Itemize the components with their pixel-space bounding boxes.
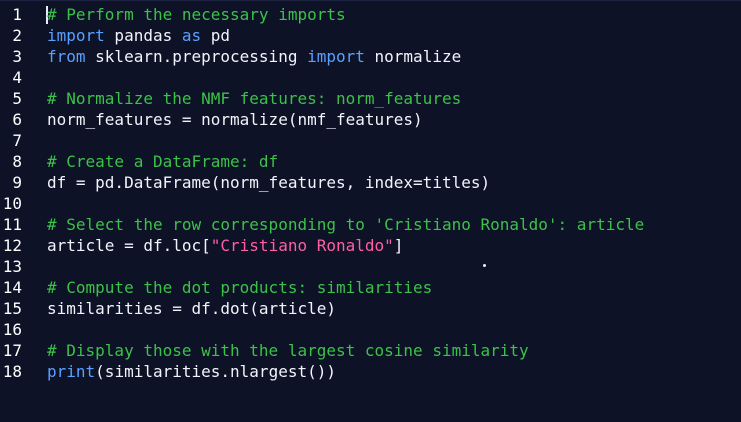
- line-number: 17: [2, 341, 22, 360]
- line-number: 3: [12, 47, 22, 66]
- line-number: 9: [12, 173, 22, 192]
- code-line[interactable]: 13: [0, 256, 741, 277]
- code-line[interactable]: 4: [0, 67, 741, 88]
- code-line[interactable]: 11 # Select the row corresponding to 'Cri…: [0, 214, 741, 235]
- code-line[interactable]: 8 # Create a DataFrame: df: [0, 151, 741, 172]
- code-token: # Compute the dot products: similarities: [47, 278, 433, 297]
- code-line[interactable]: 10: [0, 193, 741, 214]
- line-number: 11: [2, 215, 22, 234]
- code-editor[interactable]: 1 # Perform the necessary imports 2 import …: [0, 0, 741, 422]
- code-line[interactable]: 18 print(similarities.nlargest()): [0, 361, 741, 382]
- code-text[interactable]: print(similarities.nlargest()): [47, 361, 336, 382]
- code-text[interactable]: # Compute the dot products: similarities: [47, 277, 432, 298]
- code-lines[interactable]: 1 # Perform the necessary imports 2 import …: [0, 4, 741, 382]
- code-token: similarities = df.dot(article): [47, 299, 336, 318]
- code-line[interactable]: 5 # Normalize the NMF features: norm_feat…: [0, 88, 741, 109]
- code-token: import: [307, 47, 365, 66]
- code-line[interactable]: 7: [0, 130, 741, 151]
- code-token: df = pd.DataFrame(norm_features, index=t…: [47, 173, 491, 192]
- code-text[interactable]: # Normalize the NMF features: norm_featu…: [47, 88, 461, 109]
- line-number: 14: [2, 278, 22, 297]
- code-token: print: [47, 362, 96, 381]
- code-line[interactable]: 2 import pandas as pd: [0, 25, 741, 46]
- line-number: 15: [2, 299, 22, 318]
- line-number: 1: [12, 5, 22, 24]
- code-token: # Select the row corresponding to 'Crist…: [47, 215, 645, 234]
- line-number: 5: [12, 89, 22, 108]
- code-token: pandas: [104, 26, 182, 45]
- code-text[interactable]: similarities = df.dot(article): [47, 298, 336, 319]
- code-line[interactable]: 15 similarities = df.dot(article): [0, 298, 741, 319]
- line-number: 18: [2, 362, 22, 381]
- code-token: # Perform the necessary imports: [47, 5, 346, 24]
- line-number: 10: [2, 194, 22, 213]
- code-line[interactable]: 17 # Display those with the largest cosin…: [0, 340, 741, 361]
- code-token: normalize: [364, 47, 462, 66]
- code-token: pd: [201, 26, 231, 45]
- code-line[interactable]: 9 df = pd.DataFrame(norm_features, index=…: [0, 172, 741, 193]
- code-line[interactable]: 3 from sklearn.preprocessing import norma…: [0, 46, 741, 67]
- code-line[interactable]: 6 norm_features = normalize(nmf_features): [0, 109, 741, 130]
- line-number: 7: [12, 131, 22, 150]
- code-token: import: [47, 26, 105, 45]
- code-line[interactable]: 1 # Perform the necessary imports: [0, 4, 741, 25]
- code-text[interactable]: import pandas as pd: [47, 25, 230, 46]
- code-text[interactable]: # Select the row corresponding to 'Crist…: [47, 214, 644, 235]
- code-token: # Normalize the NMF features: norm_featu…: [47, 89, 462, 108]
- line-number: 12: [2, 236, 22, 255]
- code-token: article = df.loc[: [47, 236, 211, 255]
- code-token: from: [47, 47, 86, 66]
- code-text[interactable]: # Create a DataFrame: df: [47, 151, 278, 172]
- line-number: 16: [2, 320, 22, 339]
- code-line[interactable]: 14 # Compute the dot products: similariti…: [0, 277, 741, 298]
- code-text[interactable]: norm_features = normalize(nmf_features): [47, 109, 423, 130]
- line-number: 6: [12, 110, 22, 129]
- line-number: 2: [12, 26, 22, 45]
- code-token: # Display those with the largest cosine …: [47, 341, 529, 360]
- line-number: 8: [12, 152, 22, 171]
- code-text[interactable]: # Perform the necessary imports: [47, 4, 346, 25]
- code-token: (similarities.nlargest()): [95, 362, 336, 381]
- line-number: 4: [12, 68, 22, 87]
- code-token: as: [181, 26, 202, 45]
- mouse-pointer-dot: [483, 264, 486, 267]
- code-token: "Cristiano Ronaldo": [210, 236, 394, 255]
- code-text[interactable]: df = pd.DataFrame(norm_features, index=t…: [47, 172, 490, 193]
- editor-top-border: [0, 0, 741, 1]
- code-text[interactable]: # Display those with the largest cosine …: [47, 340, 529, 361]
- code-text[interactable]: article = df.loc["Cristiano Ronaldo"]: [47, 235, 403, 256]
- code-token: sklearn.preprocessing: [85, 47, 308, 66]
- code-token: norm_features = normalize(nmf_features): [47, 110, 423, 129]
- line-number: 13: [2, 257, 22, 276]
- code-text[interactable]: from sklearn.preprocessing import normal…: [47, 46, 461, 67]
- code-line[interactable]: 12 article = df.loc["Cristiano Ronaldo"]: [0, 235, 741, 256]
- code-token: # Create a DataFrame: df: [47, 152, 279, 171]
- code-token: ]: [393, 236, 404, 255]
- code-line[interactable]: 16: [0, 319, 741, 340]
